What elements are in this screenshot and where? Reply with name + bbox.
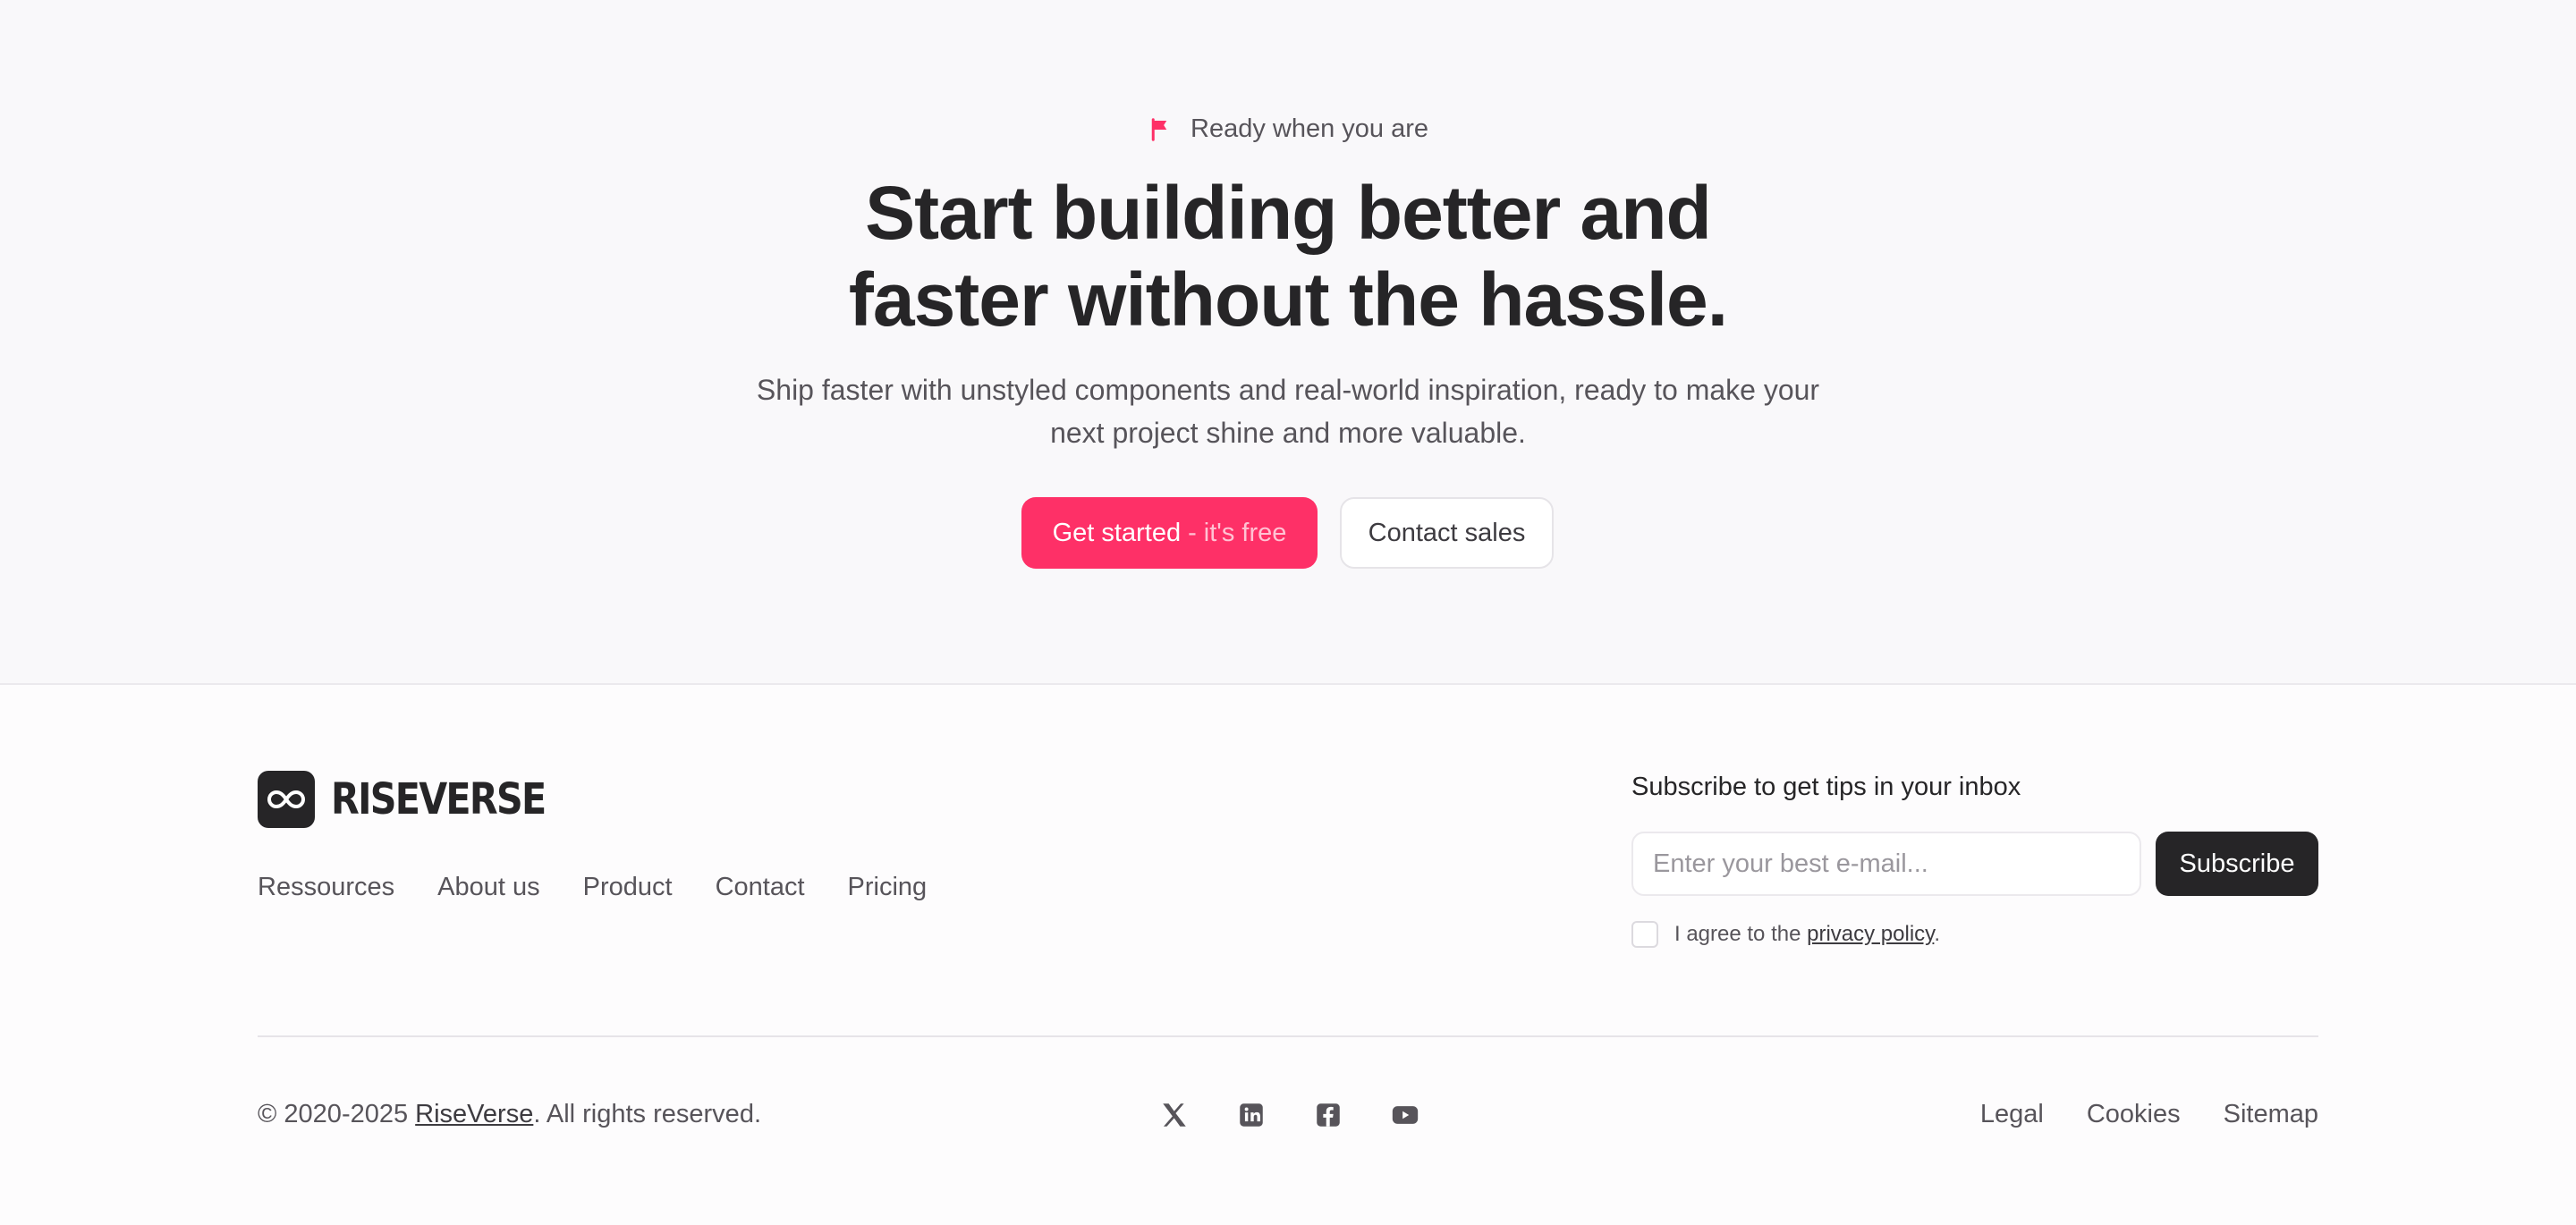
- get-started-suffix: - it's free: [1188, 518, 1287, 547]
- legal-nav: Legal Cookies Sitemap: [1980, 1100, 2318, 1129]
- brand-logo[interactable]: RISEVERSE: [258, 771, 580, 828]
- legal-link[interactable]: Legal: [1980, 1100, 2044, 1129]
- flag-icon: [1151, 117, 1167, 141]
- copyright-brand-link[interactable]: RiseVerse: [415, 1100, 533, 1128]
- privacy-checkbox[interactable]: [1631, 921, 1658, 948]
- contact-sales-button[interactable]: Contact sales: [1340, 497, 1554, 569]
- headline-line-2: faster without the hassle.: [848, 258, 1728, 342]
- agree-suffix: .: [1934, 922, 1941, 946]
- subtitle-line-1: Ship faster with unstyled components and…: [756, 374, 1820, 406]
- hero-subtitle: Ship faster with unstyled components and…: [698, 368, 1878, 454]
- get-started-button[interactable]: Get started - it's free: [1021, 497, 1318, 569]
- footer-link-contact[interactable]: Contact: [716, 873, 805, 902]
- linkedin-icon[interactable]: [1236, 1100, 1267, 1130]
- privacy-consent-text: I agree to the privacy policy.: [1674, 922, 1940, 947]
- footer-nav: Ressources About us Product Contact Pric…: [258, 873, 927, 902]
- subscribe-title: Subscribe to get tips in your inbox: [1631, 773, 2021, 801]
- copyright: © 2020-2025 RiseVerse. All rights reserv…: [258, 1100, 761, 1129]
- privacy-consent: I agree to the privacy policy.: [1631, 921, 1940, 948]
- copyright-suffix: . All rights reserved.: [533, 1100, 761, 1128]
- subscribe-button[interactable]: Subscribe: [2156, 832, 2318, 896]
- youtube-icon[interactable]: [1390, 1100, 1420, 1130]
- facebook-icon[interactable]: [1313, 1100, 1343, 1130]
- cookies-link[interactable]: Cookies: [2087, 1100, 2181, 1129]
- footer-link-ressources[interactable]: Ressources: [258, 873, 394, 902]
- hero-headline: Start building better and faster without…: [0, 170, 2576, 343]
- brand-name: RISEVERSE: [331, 774, 547, 824]
- infinity-icon: [258, 771, 315, 828]
- privacy-policy-link[interactable]: privacy policy: [1807, 922, 1934, 946]
- copyright-prefix: © 2020-2025: [258, 1100, 409, 1128]
- hero-section: Ready when you are Start building better…: [0, 0, 2576, 685]
- headline-line-1: Start building better and: [865, 171, 1712, 255]
- footer-link-product[interactable]: Product: [583, 873, 673, 902]
- x-icon[interactable]: [1159, 1100, 1190, 1130]
- footer-link-about-us[interactable]: About us: [437, 873, 539, 902]
- social-links: [1159, 1100, 1420, 1130]
- eyebrow-text: Ready when you are: [1191, 114, 1428, 143]
- agree-prefix: I agree to the: [1674, 922, 1801, 946]
- subtitle-line-2: next project shine and more valuable.: [1050, 417, 1526, 449]
- hero-eyebrow: Ready when you are: [0, 114, 2576, 144]
- footer-divider: [258, 1035, 2318, 1037]
- get-started-label: Get started: [1052, 518, 1182, 547]
- sitemap-link[interactable]: Sitemap: [2224, 1100, 2318, 1129]
- footer-link-pricing[interactable]: Pricing: [848, 873, 928, 902]
- email-field[interactable]: [1631, 832, 2141, 896]
